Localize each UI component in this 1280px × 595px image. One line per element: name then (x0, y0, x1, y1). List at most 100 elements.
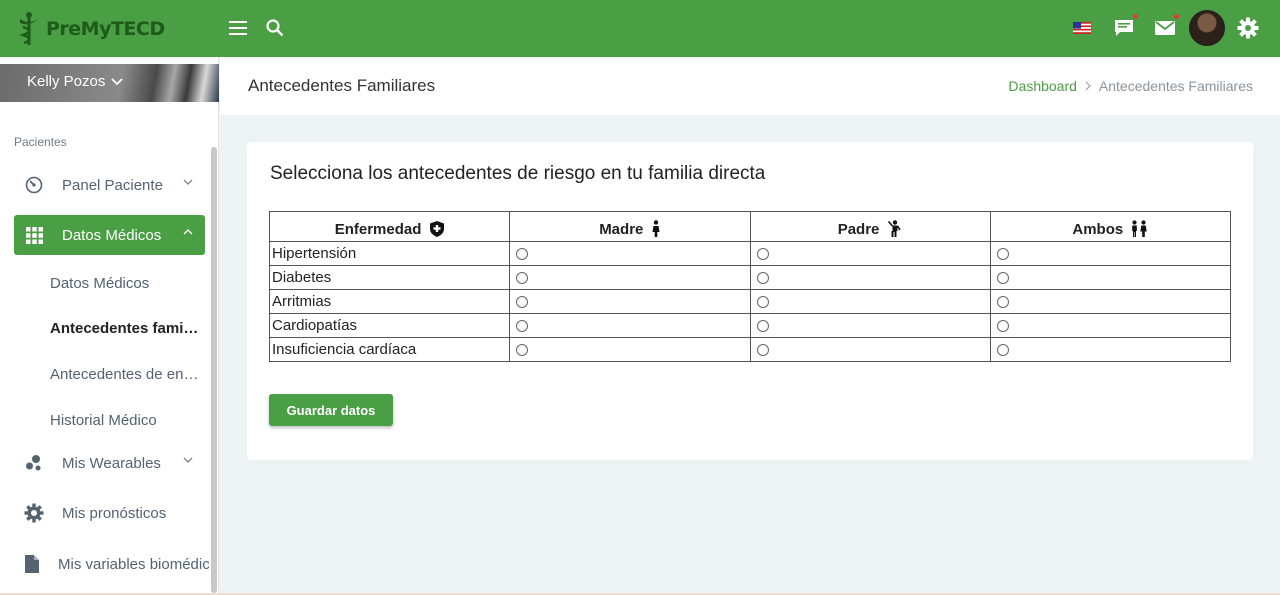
top-bar: PreMyTECD (0, 0, 1280, 57)
radio-cell-ambos (989, 313, 1232, 338)
column-label: Madre (599, 221, 644, 238)
radio-ambos[interactable] (996, 296, 1009, 309)
radio-padre[interactable] (756, 296, 769, 309)
column-header-enfermedad: Enfermedad (268, 211, 511, 242)
column-header-ambos: Ambos (989, 211, 1232, 242)
radio-madre[interactable] (516, 344, 529, 357)
sidebar-item-label: Mis variables biomédicas (58, 555, 209, 573)
gear-icon[interactable] (1236, 16, 1260, 40)
brand-logo[interactable]: PreMyTECD (16, 10, 165, 48)
radio-padre[interactable] (756, 320, 769, 333)
wearables-icon (24, 453, 44, 473)
radio-cell-padre (749, 313, 991, 338)
sidebar-subitem-antecedentes-familiares[interactable]: Antecedentes familiares (50, 320, 200, 337)
table-row: Cardiopatías (268, 313, 1232, 338)
page-header: Antecedentes Familiares Dashboard Antece… (220, 57, 1280, 115)
radio-padre[interactable] (756, 272, 769, 285)
sidebar: Kelly Pozos Pacientes Panel Paciente Dat… (0, 57, 219, 595)
disease-name: Arritmias (268, 289, 511, 314)
radio-cell-ambos (989, 241, 1232, 266)
settings-gear-icon (24, 503, 44, 523)
radio-cell-madre (509, 265, 751, 290)
radio-ambos[interactable] (996, 248, 1009, 261)
radio-ambos[interactable] (996, 272, 1009, 285)
family-history-card: Selecciona los antecedentes de riesgo en… (247, 142, 1253, 460)
avatar[interactable] (1189, 10, 1225, 46)
radio-cell-madre (509, 289, 751, 314)
chevron-down-icon (183, 457, 193, 463)
dashboard-gauge-icon (24, 175, 44, 195)
sidebar-item-label: Mis Wearables (62, 454, 161, 472)
menu-icon[interactable] (227, 16, 251, 40)
disease-name: Diabetes (268, 265, 511, 290)
section-label: Pacientes (14, 135, 67, 149)
chat-icon[interactable] (1112, 14, 1138, 40)
radio-cell-ambos (989, 289, 1232, 314)
user-menu[interactable]: Kelly Pozos (27, 73, 124, 90)
document-icon (24, 554, 40, 574)
notification-dot (1133, 14, 1138, 19)
radio-cell-padre (749, 337, 991, 362)
sidebar-subitem-antecedentes-enfermedad[interactable]: Antecedentes de enfermedad (50, 366, 200, 383)
grid-icon (24, 225, 44, 245)
save-button[interactable]: Guardar datos (269, 394, 393, 426)
radio-madre[interactable] (516, 272, 529, 285)
sidebar-item-mis-variables-biomedicas[interactable]: Mis variables biomédicas (14, 544, 209, 584)
radio-cell-madre (509, 241, 751, 266)
caduceus-icon (16, 11, 42, 47)
radio-padre[interactable] (756, 344, 769, 357)
couple-icon (1132, 220, 1148, 237)
user-banner: Kelly Pozos (0, 64, 219, 102)
table-row: Hipertensión (268, 241, 1232, 266)
sidebar-item-label: Datos Médicos (62, 226, 162, 244)
search-icon[interactable] (263, 16, 287, 40)
radio-ambos[interactable] (996, 344, 1009, 357)
us-flag-icon[interactable] (1071, 20, 1093, 36)
man-waving-icon (887, 220, 901, 237)
sidebar-item-mis-wearables[interactable]: Mis Wearables (14, 443, 205, 483)
column-label: Enfermedad (334, 221, 422, 238)
breadcrumb-current: Antecedentes Familiares (1098, 78, 1253, 94)
chevron-right-icon (1085, 81, 1091, 91)
table-row: Diabetes (268, 265, 1232, 290)
chevron-up-icon (183, 229, 193, 235)
column-header-madre: Madre (509, 211, 751, 242)
sidebar-subitem-datos-medicos[interactable]: Datos Médicos (50, 275, 200, 292)
table-row: Insuficiencia cardíaca (268, 337, 1232, 362)
sidebar-subitem-historial-medico[interactable]: Historial Médico (50, 412, 200, 429)
card-title: Selecciona los antecedentes de riesgo en… (270, 163, 766, 184)
sidebar-item-panel-paciente[interactable]: Panel Paciente (14, 165, 205, 205)
breadcrumb-dashboard[interactable]: Dashboard (1008, 78, 1077, 94)
table-row: Arritmias (268, 289, 1232, 314)
page-title: Antecedentes Familiares (248, 76, 436, 95)
user-name: Kelly Pozos (27, 73, 106, 90)
radio-cell-madre (509, 337, 751, 362)
chevron-down-icon (111, 77, 124, 85)
brand-name: PreMyTECD (46, 18, 165, 40)
radio-madre[interactable] (516, 296, 529, 309)
radio-cell-padre (749, 241, 991, 266)
breadcrumb: Dashboard Antecedentes Familiares (1008, 78, 1253, 94)
sidebar-item-label: Mis pronósticos (62, 504, 167, 522)
radio-madre[interactable] (516, 248, 529, 261)
radio-ambos[interactable] (996, 320, 1009, 333)
column-label: Ambos (1072, 221, 1124, 238)
radio-madre[interactable] (516, 320, 529, 333)
radio-padre[interactable] (756, 248, 769, 261)
disease-name: Hipertensión (268, 241, 511, 266)
woman-icon (652, 220, 660, 237)
radio-cell-ambos (989, 265, 1232, 290)
disease-name: Cardiopatías (268, 313, 511, 338)
column-label: Padre (837, 221, 880, 238)
sidebar-item-mis-pronosticos[interactable]: Mis pronósticos (14, 493, 205, 533)
radio-cell-padre (749, 265, 991, 290)
radio-cell-padre (749, 289, 991, 314)
sidebar-item-label: Panel Paciente (62, 176, 163, 194)
sidebar-scrollbar[interactable] (211, 147, 217, 593)
mail-icon[interactable] (1153, 14, 1179, 40)
shield-plus-icon (429, 221, 444, 237)
chevron-down-icon (183, 179, 193, 185)
table-header-row: Enfermedad Madre Padre Ambos (268, 211, 1232, 242)
notification-dot (1174, 14, 1179, 19)
sidebar-item-datos-medicos[interactable]: Datos Médicos (14, 215, 205, 255)
